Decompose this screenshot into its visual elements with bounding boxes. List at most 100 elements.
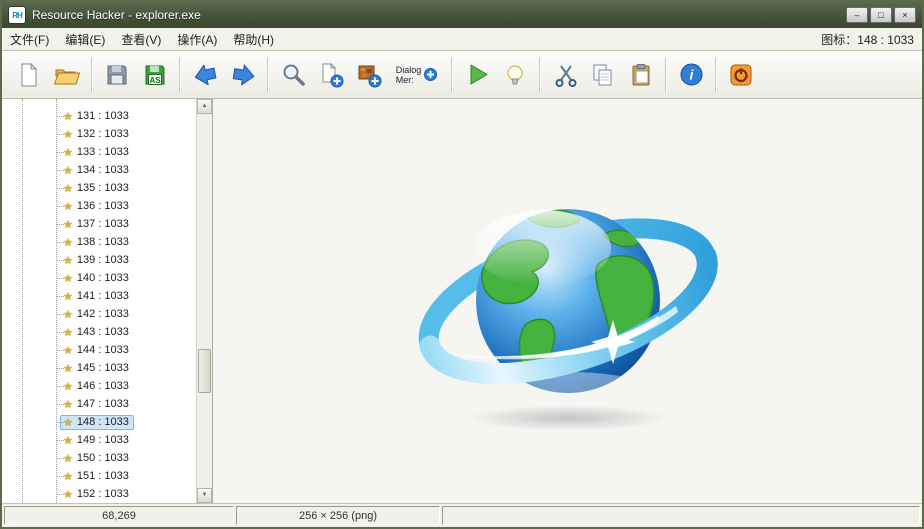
tree-item[interactable]: ★ 148 : 1033 <box>2 413 197 431</box>
status-cursor-position: 68,269 <box>4 506 234 525</box>
star-icon: ★ <box>63 452 73 465</box>
scroll-down-arrow[interactable]: ▼ <box>197 488 212 503</box>
scrollbar-thumb[interactable] <box>198 349 211 393</box>
tree-item-label: 132 : 1033 <box>77 128 129 140</box>
add-resource-button[interactable] <box>312 55 350 95</box>
tree-item[interactable]: ★ 149 : 1033 <box>2 431 197 449</box>
compile-button[interactable] <box>458 55 496 95</box>
star-icon: ★ <box>63 380 73 393</box>
main-area: ★131 : 1033★132 : 1033★133 : 1033★134 : … <box>2 99 922 503</box>
star-icon: ★ <box>63 488 73 501</box>
lightbulb-icon <box>502 62 528 88</box>
svg-text:AS: AS <box>149 76 161 85</box>
tree-item-label: 134 : 1033 <box>77 164 129 176</box>
tree-item[interactable]: ★ 150 : 1033 <box>2 449 197 467</box>
new-file-icon <box>16 62 42 88</box>
star-icon: ★ <box>63 326 73 339</box>
star-icon: ★ <box>63 200 73 213</box>
star-icon: ★ <box>63 434 73 447</box>
lightbulb-button[interactable] <box>496 55 534 95</box>
menu-file[interactable]: 文件(F) <box>2 28 57 51</box>
play-icon <box>464 61 491 88</box>
menu-view[interactable]: 查看(V) <box>113 28 169 51</box>
resource-preview-panel <box>213 99 922 503</box>
paste-button[interactable] <box>622 55 660 95</box>
resource-tree-panel: ★131 : 1033★132 : 1033★133 : 1033★134 : … <box>2 99 213 503</box>
dialog-merge-label-line2: Mer: <box>396 75 414 85</box>
app-icon: RH <box>8 6 26 24</box>
scroll-up-arrow[interactable]: ▲ <box>197 99 212 114</box>
tree-item-label: 133 : 1033 <box>77 146 129 158</box>
save-icon <box>104 62 130 88</box>
dialog-merge-button[interactable]: Dialog Mer: <box>388 55 446 95</box>
open-file-button[interactable] <box>48 55 86 95</box>
tree-item[interactable]: ★ 135 : 1033 <box>2 179 197 197</box>
tree-item-label: 142 : 1033 <box>77 308 129 320</box>
globe-icon-preview <box>408 156 728 446</box>
save-as-icon: AS <box>142 62 168 88</box>
tree-item[interactable]: ★137 : 1033 <box>2 215 197 233</box>
menu-edit[interactable]: 编辑(E) <box>57 28 113 51</box>
menu-action[interactable]: 操作(A) <box>169 28 225 51</box>
cut-button[interactable] <box>546 55 584 95</box>
next-resource-button[interactable] <box>224 55 262 95</box>
copy-icon <box>590 62 616 88</box>
tree-item-label: 138 : 1033 <box>77 236 129 248</box>
find-button[interactable] <box>274 55 312 95</box>
scissors-icon <box>552 62 578 88</box>
tree-item[interactable]: ★132 : 1033 <box>2 125 197 143</box>
copy-button[interactable] <box>584 55 622 95</box>
tree-item[interactable]: ★ 146 : 1033 <box>2 377 197 395</box>
exit-button[interactable] <box>722 55 760 95</box>
tree-item-label: 149 : 1033 <box>77 434 129 446</box>
tree-item[interactable]: ★151 : 1033 <box>2 467 197 485</box>
tree-item[interactable]: ★147 : 1033 <box>2 395 197 413</box>
tree-item-label: 146 : 1033 <box>77 380 129 392</box>
save-button[interactable] <box>98 55 136 95</box>
tree-item[interactable]: ★139 : 1033 <box>2 251 197 269</box>
tree-item[interactable]: ★133 : 1033 <box>2 143 197 161</box>
star-icon: ★ <box>63 290 73 303</box>
menu-help[interactable]: 帮助(H) <box>225 28 282 51</box>
info-button[interactable]: i <box>672 55 710 95</box>
tree-item[interactable]: ★ 136 : 1033 <box>2 197 197 215</box>
selected-resource-status: 图标：148 : 1033 <box>821 31 914 48</box>
tree-item[interactable]: ★ 138 : 1033 <box>2 233 197 251</box>
tree-item[interactable]: ★145 : 1033 <box>2 359 197 377</box>
save-as-button[interactable]: AS <box>136 55 174 95</box>
tree-item[interactable]: ★131 : 1033 <box>2 107 197 125</box>
toolbar: AS <box>2 51 922 99</box>
star-icon: ★ <box>63 398 73 411</box>
status-image-info: 256 × 256 (png) <box>236 506 440 525</box>
info-icon: i <box>678 61 705 88</box>
magnifier-icon <box>280 62 306 88</box>
prev-resource-button[interactable] <box>186 55 224 95</box>
tree-item[interactable]: ★141 : 1033 <box>2 287 197 305</box>
toolbar-separator <box>179 58 181 92</box>
close-button[interactable]: × <box>894 7 916 23</box>
tree-item-label: 136 : 1033 <box>77 200 129 212</box>
tree-item-label: 150 : 1033 <box>77 452 129 464</box>
tree-item-label: 135 : 1033 <box>77 182 129 194</box>
tree-item[interactable]: ★152 : 1033 <box>2 485 197 503</box>
add-image-resource-icon <box>356 62 382 88</box>
star-icon: ★ <box>63 236 73 249</box>
tree-item[interactable]: ★142 : 1033 <box>2 305 197 323</box>
add-resource-icon <box>318 62 344 88</box>
new-file-button[interactable] <box>10 55 48 95</box>
toolbar-separator <box>715 58 717 92</box>
star-icon: ★ <box>63 182 73 195</box>
tree-item[interactable]: ★143 : 1033 <box>2 323 197 341</box>
star-icon: ★ <box>63 254 73 267</box>
tree-item[interactable]: ★134 : 1033 <box>2 161 197 179</box>
star-icon: ★ <box>63 272 73 285</box>
minimize-button[interactable]: – <box>846 7 868 23</box>
star-icon: ★ <box>63 416 73 429</box>
tree-item-label: 148 : 1033 <box>77 416 129 428</box>
tree-scrollbar[interactable]: ▲ ▼ <box>196 99 212 503</box>
tree-item[interactable]: ★140 : 1033 <box>2 269 197 287</box>
statusbar: 68,269 256 × 256 (png) <box>2 503 922 527</box>
maximize-button[interactable]: □ <box>870 7 892 23</box>
tree-item[interactable]: ★144 : 1033 <box>2 341 197 359</box>
add-image-resource-button[interactable] <box>350 55 388 95</box>
